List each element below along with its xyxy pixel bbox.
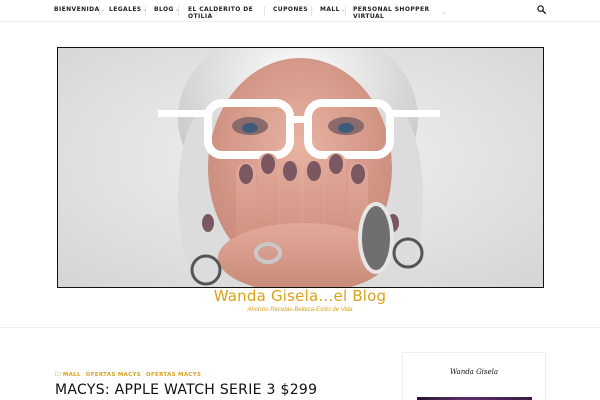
post-categories: 🗀 MALL OFERTAS MACYS OFERTAS MACYS: [55, 371, 206, 380]
nav-item-label: LEGALES: [109, 6, 142, 13]
nav-item-el-calderito-de-otilia[interactable]: EL CALDERITO DE OTILIA: [188, 6, 253, 20]
folder-icon: 🗀: [55, 372, 61, 378]
nav-item-label: BLOG: [154, 6, 174, 13]
nav-item-blog[interactable]: BLOG⌄: [154, 6, 180, 13]
nav-separator: [345, 6, 346, 16]
nav-item-label-line1: PERSONAL SHOPPER: [353, 6, 430, 13]
top-navigation: BIENVENIDA⌄ LEGALES⌄ BLOG⌄ EL CALDERITO …: [0, 0, 600, 22]
category-link[interactable]: OFERTAS MACYS: [86, 372, 141, 378]
nav-item-mall[interactable]: MALL⌄: [320, 6, 346, 13]
category-link[interactable]: MALL: [63, 372, 81, 378]
widget-title: Wanda Gisela: [449, 368, 499, 376]
nav-item-cupones[interactable]: CUPONES⌄: [273, 6, 314, 13]
nav-separator: [311, 6, 312, 16]
banner-photo: [58, 48, 543, 287]
nav-item-label-line1: EL CALDERITO DE: [188, 6, 254, 13]
chevron-down-icon: ⌄: [100, 6, 106, 13]
post-title[interactable]: MACYS: APPLE WATCH SERIE 3 $299: [55, 382, 317, 398]
nav-item-label-line2: OTILIA: [188, 13, 213, 20]
category-link[interactable]: OFERTAS MACYS: [146, 372, 201, 378]
chevron-down-icon: ⌄: [441, 9, 447, 16]
nav-item-legales[interactable]: LEGALES⌄: [109, 6, 148, 13]
nav-item-label: MALL: [320, 6, 340, 13]
search-icon[interactable]: [537, 5, 546, 14]
site-title[interactable]: Wanda Gisela…el Blog: [0, 287, 600, 305]
nav-item-label: CUPONES: [273, 6, 309, 13]
nav-separator: [178, 6, 179, 16]
nav-separator: [99, 6, 100, 16]
nav-item-label-line2: VIRTUAL: [353, 13, 385, 20]
site-tagline: Ahorros-Recetas-Belleza-Estilo de Vida: [247, 307, 353, 313]
nav-item-label: BIENVENIDA: [54, 6, 100, 13]
sidebar-widget: Wanda Gisela: [402, 352, 546, 400]
nav-separator: [145, 6, 146, 16]
content-divider: [0, 327, 600, 328]
nav-item-personal-shopper-virtual[interactable]: PERSONAL SHOPPER VIRTUAL: [353, 6, 429, 20]
header-banner-image[interactable]: [57, 47, 544, 288]
nav-separator: [264, 6, 265, 16]
